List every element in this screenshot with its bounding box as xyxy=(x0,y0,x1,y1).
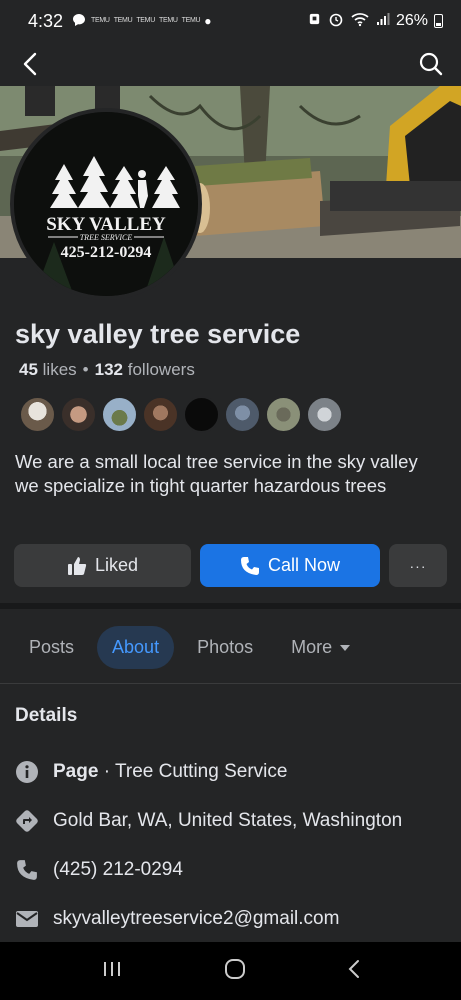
location-value: Gold Bar, WA, United States, Washington xyxy=(53,810,403,831)
avatar[interactable] xyxy=(224,396,261,433)
temu-notif-icon: TEMU xyxy=(158,17,178,24)
avatar[interactable] xyxy=(101,396,138,433)
profile-tabs: Posts About Photos More xyxy=(14,626,365,669)
temu-notif-icon: TEMU xyxy=(181,17,201,24)
logo-phone: 425-212-0294 xyxy=(61,244,152,261)
detail-location[interactable]: Gold Bar, WA, United States, Washington xyxy=(15,809,402,833)
page-type-label: Page xyxy=(53,761,99,782)
alarm-icon xyxy=(307,11,322,31)
detail-email[interactable]: skyvalleytreeservice2@gmail.com xyxy=(15,907,339,931)
tab-posts[interactable]: Posts xyxy=(14,626,89,669)
tabs-divider xyxy=(0,683,461,684)
system-back-button[interactable] xyxy=(347,958,361,985)
call-now-button[interactable]: Call Now xyxy=(200,544,380,587)
battery-percent: 26% xyxy=(395,12,428,29)
avatar[interactable] xyxy=(306,396,343,433)
search-button[interactable] xyxy=(417,50,445,78)
email-icon xyxy=(15,907,39,931)
temu-notif-icon: TEMU xyxy=(113,17,133,24)
avatar[interactable] xyxy=(19,396,56,433)
search-icon xyxy=(419,52,443,76)
avatar[interactable] xyxy=(60,396,97,433)
chat-bubble-icon xyxy=(71,12,87,30)
clock-icon xyxy=(328,11,344,32)
home-button[interactable] xyxy=(224,958,246,985)
separator-dot: • xyxy=(82,360,89,379)
liked-button[interactable]: Liked xyxy=(14,544,191,587)
recent-apps-button[interactable] xyxy=(101,959,123,984)
phone-icon xyxy=(240,556,259,575)
tab-label: About xyxy=(112,637,160,657)
status-time: 4:32 xyxy=(28,10,64,31)
home-icon xyxy=(224,958,245,979)
tab-more[interactable]: More xyxy=(276,626,365,669)
dot-icon: ● xyxy=(204,14,212,28)
tab-about[interactable]: About xyxy=(97,626,175,669)
tab-label: More xyxy=(291,637,333,657)
status-right: 26% xyxy=(307,11,443,32)
email-value: skyvalleytreeservice2@gmail.com xyxy=(53,908,340,929)
tab-label: Photos xyxy=(197,637,254,657)
avatar[interactable] xyxy=(183,396,220,433)
more-options-button[interactable]: ··· xyxy=(389,544,447,587)
tab-photos[interactable]: Photos xyxy=(182,626,268,669)
caret-down-icon xyxy=(340,644,351,651)
likes-count: 45 xyxy=(19,360,38,379)
detail-phone[interactable]: (425) 212-0294 xyxy=(15,858,183,882)
page-intro: We are a small local tree service in the… xyxy=(15,451,418,496)
signal-icon xyxy=(376,12,390,31)
avatar[interactable] xyxy=(265,396,302,433)
page-stats[interactable]: 45 likes • 132 followers xyxy=(19,360,195,380)
logo-title: SKY VALLEY xyxy=(46,214,166,235)
page-title: sky valley tree service xyxy=(15,319,301,349)
status-bar: 4:32 TEMU TEMU TEMU TEMU TEMU ● 26% xyxy=(0,0,461,42)
details-heading: Details xyxy=(15,705,78,726)
phone-value: (425) 212-0294 xyxy=(53,859,183,880)
profile-picture[interactable]: SKY VALLEY TREE SERVICE 425-212-0294 xyxy=(10,108,202,300)
tab-label: Posts xyxy=(29,637,75,657)
top-nav xyxy=(0,42,461,86)
avatar[interactable] xyxy=(142,396,179,433)
action-buttons: Liked Call Now ··· xyxy=(14,544,447,587)
likes-label: likes xyxy=(42,360,77,379)
section-divider xyxy=(0,603,461,609)
logo-subtitle: TREE SERVICE xyxy=(80,233,133,242)
wifi-icon xyxy=(350,11,370,32)
directions-icon xyxy=(15,809,39,833)
info-icon xyxy=(15,760,39,784)
temu-notif-icon: TEMU xyxy=(136,17,155,24)
temu-notif-icon: TEMU xyxy=(91,17,110,24)
followers-label: followers xyxy=(127,360,195,379)
thumbs-up-icon xyxy=(67,556,87,575)
follower-avatars[interactable] xyxy=(19,396,343,433)
system-navigation-bar xyxy=(0,942,461,1000)
category-value: · Tree Cutting Service xyxy=(103,761,288,782)
company-logo: SKY VALLEY TREE SERVICE 425-212-0294 xyxy=(14,112,198,296)
notification-icons: TEMU TEMU TEMU TEMU TEMU ● xyxy=(71,12,212,30)
more-dots-icon: ··· xyxy=(409,557,427,574)
call-now-label: Call Now xyxy=(267,555,341,575)
recent-apps-icon xyxy=(103,961,120,976)
followers-count: 132 xyxy=(94,360,123,379)
liked-label: Liked xyxy=(94,555,139,575)
phone-icon xyxy=(15,858,39,882)
back-button[interactable] xyxy=(16,50,44,78)
back-chevron-icon xyxy=(348,959,359,978)
back-arrow-icon xyxy=(23,52,37,76)
detail-category: Page · Tree Cutting Service xyxy=(15,760,287,784)
battery-icon xyxy=(434,14,443,28)
